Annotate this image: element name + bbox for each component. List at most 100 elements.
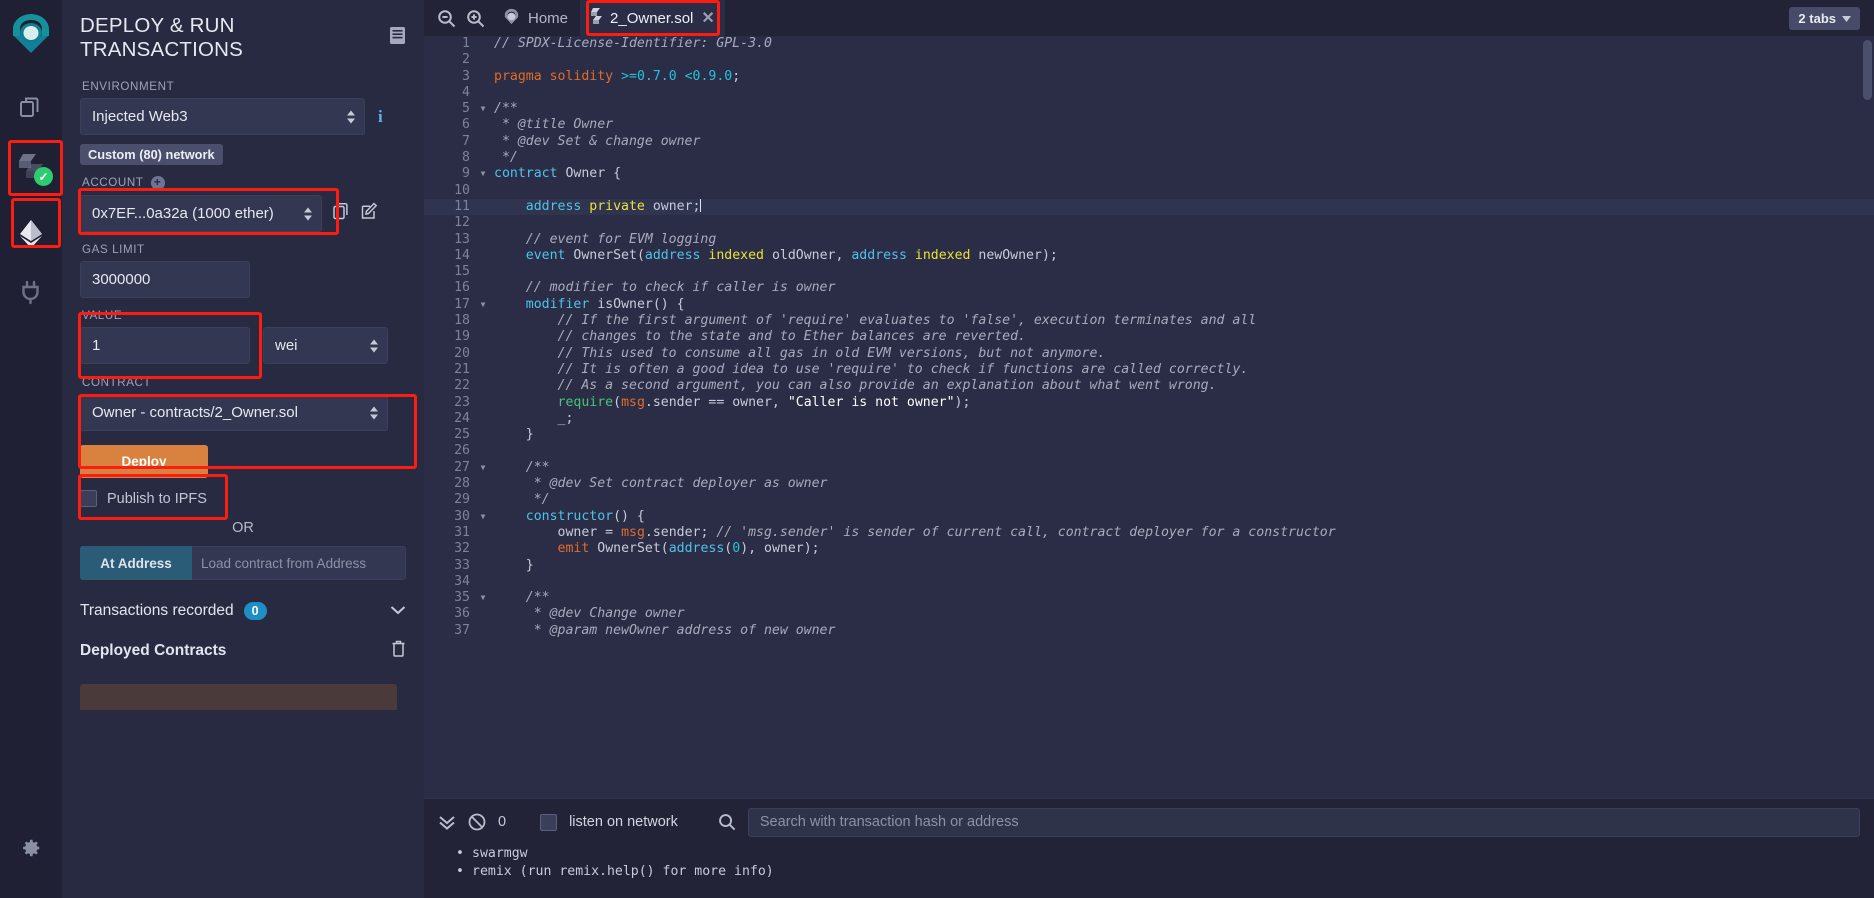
panel-header: DEPLOY & RUN TRANSACTIONS [80,0,406,80]
code-text: */ [533,492,550,508]
fold-toggle-icon[interactable]: ▼ [476,590,490,606]
chevron-updown-icon [370,339,378,352]
publish-ipfs-checkbox[interactable] [80,490,97,507]
fold-toggle-icon [476,411,490,427]
code-line: 25 } [424,427,1874,443]
line-number: 28 [454,476,470,492]
value-unit-select[interactable]: wei [263,327,388,364]
code-text: } [525,427,534,443]
code-line: 34 [424,574,1874,590]
edit-icon[interactable] [361,202,379,225]
tab-home-label: Home [528,9,569,27]
search-icon[interactable] [718,813,736,831]
sidebar-item-solidity-compiler[interactable]: ✓ [9,144,53,188]
fold-toggle-icon [476,492,490,508]
code-text: // changes to the state and to Ether bal… [557,329,1026,345]
close-icon[interactable]: ✕ [701,8,714,28]
fold-toggle-icon [476,215,490,231]
code-line: 1 // SPDX-License-Identifier: GPL-3.0 [424,36,1874,52]
code-text: /** [494,101,518,117]
trash-icon[interactable] [391,640,406,662]
line-number: 1 [462,36,470,51]
line-number: 13 [454,231,470,247]
code-line: 21 // It is often a good idea to use 're… [424,362,1874,378]
code-editor[interactable]: 1 // SPDX-License-Identifier: GPL-3.0 2 3 pr… [424,36,1874,798]
fold-toggle-icon [476,443,490,459]
publish-ipfs-label: Publish to IPFS [107,490,207,507]
code-line: 23 require(msg.sender == owner, "Caller … [424,395,1874,411]
fold-toggle-icon[interactable]: ▼ [476,509,490,525]
account-select[interactable]: 0x7EF...0a32a (1000 ether) [80,195,322,232]
gas-limit-label: GAS LIMIT [82,243,145,256]
settings-gear-icon[interactable] [9,826,53,870]
code-text: contract Owner { [494,166,622,182]
fold-toggle-icon [476,346,490,362]
console-line: remix (run remix.help() for more info) [456,863,1874,881]
solidity-file-icon [591,8,603,28]
at-address-button[interactable]: At Address [80,546,192,580]
chevrons-down-icon[interactable] [438,814,456,830]
deploy-button[interactable]: Deploy [80,445,208,478]
account-label: ACCOUNT [82,176,144,189]
fold-toggle-icon[interactable]: ▼ [476,166,490,182]
line-number: 12 [454,215,470,231]
chevron-updown-icon [304,207,312,220]
code-text: */ [494,150,518,166]
fold-toggle-icon[interactable]: ▼ [476,460,490,476]
code-text: owner = msg.sender; // 'msg.sender' is s… [557,524,1336,540]
tab-home[interactable]: Home [490,0,580,36]
zoom-out-icon[interactable] [437,9,456,28]
fold-toggle-icon[interactable]: ▼ [476,297,490,313]
network-badge: Custom (80) network [80,144,223,165]
code-text: * @dev Set contract deployer as owner [533,476,828,492]
fold-toggle-icon [476,574,490,590]
code-line: 3 pragma solidity >=0.7.0 <0.9.0; [424,69,1874,85]
sidebar-item-plugin-manager[interactable] [9,270,53,314]
code-text: * @param newOwner address of new owner [533,622,836,638]
fold-toggle-icon [476,313,490,329]
terminal-search-input[interactable] [747,807,1860,837]
documentation-icon[interactable] [389,26,406,50]
sidebar-item-file-explorers[interactable] [9,86,53,130]
fold-toggle-icon[interactable]: ▼ [476,101,490,117]
line-number: 26 [454,443,470,459]
chevron-down-icon[interactable] [390,602,406,620]
environment-info-icon[interactable]: i [378,107,383,127]
code-text: // SPDX-License-Identifier: GPL-3.0 [494,36,772,51]
copy-icon[interactable] [333,202,350,225]
fold-toggle-icon [476,378,490,394]
environment-select[interactable]: Injected Web3 [80,98,365,135]
contract-select[interactable]: Owner - contracts/2_Owner.sol [80,394,388,431]
no-entry-icon[interactable] [468,813,486,831]
tabs-count-dropdown[interactable]: 2 tabs [1789,7,1860,30]
fold-toggle-icon [476,329,490,345]
remix-logo[interactable] [8,10,54,56]
sidebar-item-deploy-run-transactions[interactable] [9,212,53,256]
tab-2-owner-sol-label: 2_Owner.sol [610,9,694,27]
fold-toggle-icon [476,606,490,622]
plus-icon[interactable]: + [150,176,165,190]
deploy-run-panel: DEPLOY & RUN TRANSACTIONS ENVIRONMENT In… [62,0,424,898]
fold-toggle-icon [476,525,490,541]
tabs-count-label: 2 tabs [1798,11,1836,26]
pending-transactions-count: 0 [498,814,507,830]
editor-tab-bar: Home 2_Owner.sol ✕ 2 tabs [424,0,1874,36]
contract-label: CONTRACT [82,376,152,389]
line-number: 16 [454,280,470,296]
value-input[interactable]: 1 [80,327,250,364]
gas-limit-input[interactable]: 3000000 [80,261,250,298]
line-number: 33 [454,557,470,573]
remix-home-icon [502,7,521,30]
at-address-row: At Address [80,546,406,580]
zoom-in-icon[interactable] [466,9,485,28]
editor-scrollbar[interactable] [1863,40,1872,100]
line-number: 31 [454,524,470,540]
line-number: 19 [454,329,470,345]
at-address-input[interactable] [192,546,406,580]
transactions-recorded-row[interactable]: Transactions recorded 0 [80,602,406,620]
listen-on-network-checkbox[interactable] [540,813,558,831]
tab-2-owner-sol[interactable]: 2_Owner.sol ✕ [580,0,725,36]
